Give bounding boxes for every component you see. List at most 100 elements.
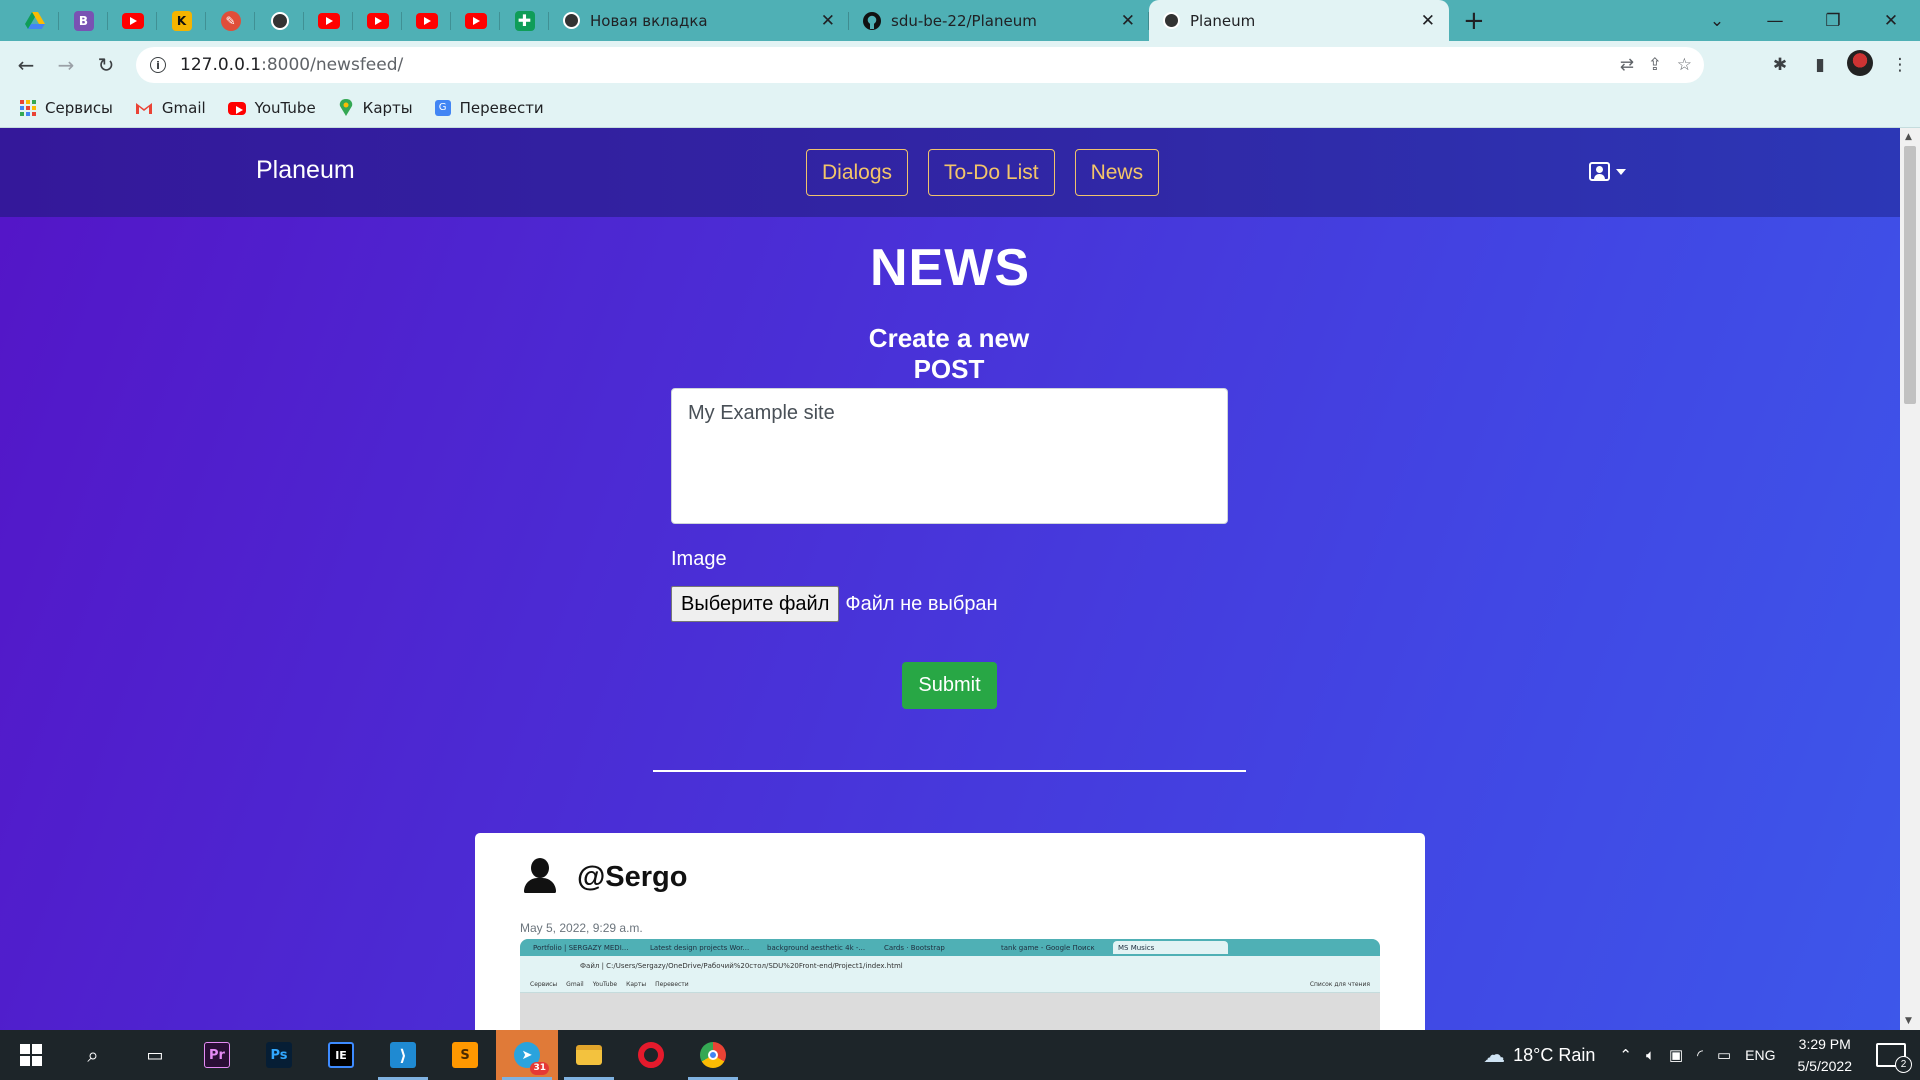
photoshop-icon: Ps: [266, 1042, 292, 1068]
side-panel-icon[interactable]: ▮: [1800, 55, 1840, 75]
taskbar-sublime[interactable]: S: [434, 1030, 496, 1080]
taskbar-photoshop[interactable]: Ps: [248, 1030, 310, 1080]
post-image-tab: background aesthetic 4k -...: [767, 943, 866, 952]
taskbar-search[interactable]: ⌕: [62, 1030, 124, 1080]
new-tab-button[interactable]: +: [1463, 0, 1485, 41]
taskbar-opera[interactable]: [620, 1030, 682, 1080]
bookmark-label: Gmail: [161, 99, 206, 117]
pinned-tab-bootstrap[interactable]: B: [59, 0, 108, 41]
reload-icon[interactable]: ↻: [86, 53, 126, 77]
site-navbar: Planeum Dialogs To-Do List News: [0, 128, 1900, 217]
page-scrollbar[interactable]: ▲ ▼: [1900, 128, 1920, 1030]
meet-now-icon[interactable]: ▣: [1669, 1046, 1683, 1064]
taskbar-intellij[interactable]: IE: [310, 1030, 372, 1080]
minimize-button[interactable]: —: [1746, 11, 1804, 31]
user-menu-dropdown[interactable]: [1589, 162, 1626, 181]
browser-tab-strip: B K ✎ ✚ Новая вкладка ✕ sdu-be-22/Planeu…: [0, 0, 1920, 41]
wifi-icon[interactable]: ◜: [1697, 1046, 1703, 1064]
bookmark-label: Карты: [362, 99, 413, 117]
post-image-tab: MS Musics: [1113, 941, 1228, 954]
site-brand[interactable]: Planeum: [256, 156, 355, 185]
pinned-tab-drive[interactable]: [10, 0, 59, 41]
taskbar-explorer[interactable]: [558, 1030, 620, 1080]
language-indicator[interactable]: ENG: [1745, 1047, 1775, 1063]
task-view-button[interactable]: ▭: [124, 1030, 186, 1080]
post-image: Portfolio | SERGAZY MEDI... Latest desig…: [520, 939, 1380, 1030]
choose-file-button[interactable]: Выберите файл: [671, 586, 840, 622]
tab-github[interactable]: sdu-be-22/Planeum ✕: [849, 0, 1149, 41]
battery-icon[interactable]: ▭: [1717, 1046, 1731, 1064]
scroll-down-icon[interactable]: ▼: [1905, 1016, 1912, 1026]
taskbar-telegram[interactable]: ➤ 31: [496, 1030, 558, 1080]
vscode-icon: ⟩: [390, 1042, 416, 1068]
forward-icon[interactable]: →: [46, 53, 86, 77]
youtube-icon: [464, 12, 487, 29]
nav-todo-list[interactable]: To-Do List: [928, 149, 1055, 196]
address-bar[interactable]: i 127.0.0.1:8000/newsfeed/ ⇄ ⇪ ☆: [136, 47, 1704, 83]
post-textarea[interactable]: My Example site: [671, 388, 1228, 524]
chevron-up-icon[interactable]: ⌃: [1619, 1046, 1632, 1064]
bookmark-maps[interactable]: Карты: [338, 99, 413, 117]
file-explorer-icon: [576, 1045, 602, 1065]
url-path: :8000/newsfeed/: [261, 55, 404, 75]
kinopoisk-icon: K: [171, 10, 192, 31]
user-badge-icon: [1589, 162, 1610, 181]
pinned-tab-globe[interactable]: [255, 0, 304, 41]
close-window-button[interactable]: ✕: [1862, 11, 1920, 31]
tab-new-tab[interactable]: Новая вкладка ✕: [549, 0, 849, 41]
restore-button[interactable]: ❐: [1804, 11, 1862, 31]
volume-icon[interactable]: 🔈︎: [1646, 1047, 1655, 1064]
close-tab-icon[interactable]: ✕: [1421, 11, 1435, 31]
back-icon[interactable]: ←: [6, 53, 46, 77]
window-controls: ⌄ — ❐ ✕: [1688, 0, 1920, 41]
youtube-icon: [415, 12, 438, 29]
bookmark-star-icon[interactable]: ☆: [1677, 47, 1692, 83]
scroll-up-icon[interactable]: ▲: [1905, 132, 1912, 142]
nav-dialogs[interactable]: Dialogs: [806, 149, 909, 196]
globe-icon: [1163, 12, 1180, 29]
nav-news[interactable]: News: [1074, 149, 1160, 196]
site-info-icon[interactable]: i: [150, 57, 166, 73]
pinned-tab-youtube[interactable]: [353, 0, 402, 41]
post-card: @Sergo May 5, 2022, 9:29 a.m. Portfolio …: [475, 833, 1425, 1030]
bookmark-translate[interactable]: G Перевести: [434, 99, 544, 117]
extensions-icon[interactable]: ✱: [1760, 55, 1800, 75]
bookmark-gmail[interactable]: Gmail: [135, 99, 206, 117]
github-icon: [863, 11, 881, 30]
taskbar-vscode[interactable]: ⟩: [372, 1030, 434, 1080]
taskbar-premiere[interactable]: Pr: [186, 1030, 248, 1080]
tab-title: sdu-be-22/Planeum: [891, 11, 1037, 30]
windows-taskbar: ⌕ ▭ Pr Ps IE ⟩ S ➤ 31 ☁ 18°C Rain ⌃ 🔈︎ ▣ …: [0, 1030, 1920, 1080]
create-post-heading: Create a new POST: [841, 323, 1057, 394]
pinned-tab-youtube[interactable]: [304, 0, 353, 41]
pinned-tab-youtube[interactable]: [108, 0, 157, 41]
post-image-bookmark: Перевести: [655, 980, 689, 988]
taskbar-chrome[interactable]: [682, 1030, 744, 1080]
translate-page-icon[interactable]: ⇄: [1620, 47, 1634, 83]
start-button[interactable]: [0, 1030, 62, 1080]
share-icon[interactable]: ⇪: [1648, 47, 1662, 83]
pinned-tab-tool[interactable]: ✎: [206, 0, 255, 41]
pinned-tab-sheets[interactable]: ✚: [500, 0, 549, 41]
task-view-icon: ▭: [146, 1044, 164, 1066]
close-tab-icon[interactable]: ✕: [1121, 11, 1135, 31]
pinned-tab-youtube[interactable]: [402, 0, 451, 41]
submit-button[interactable]: Submit: [902, 662, 997, 709]
bootstrap-icon: B: [73, 10, 94, 31]
page-title: NEWS: [870, 239, 1030, 297]
scrollbar-thumb[interactable]: [1904, 146, 1916, 404]
pinned-tab-youtube[interactable]: [451, 0, 500, 41]
clock[interactable]: 3:29 PM 5/5/2022: [1798, 1033, 1853, 1077]
bookmark-youtube[interactable]: YouTube: [227, 99, 316, 117]
tab-search-icon[interactable]: ⌄: [1688, 11, 1746, 31]
menu-kebab-icon[interactable]: ⋮: [1880, 55, 1920, 75]
weather-widget[interactable]: ☁ 18°C Rain: [1483, 1042, 1595, 1068]
close-tab-icon[interactable]: ✕: [821, 11, 835, 31]
tab-planeum[interactable]: Planeum ✕: [1149, 0, 1449, 41]
profile-avatar[interactable]: [1840, 49, 1880, 81]
google-sheets-icon: ✚: [514, 10, 535, 31]
notification-center-icon[interactable]: 2: [1876, 1043, 1912, 1073]
bookmark-services[interactable]: Сервисы: [20, 99, 113, 117]
pinned-tab-kinopoisk[interactable]: K: [157, 0, 206, 41]
post-author[interactable]: @Sergo: [577, 861, 687, 894]
